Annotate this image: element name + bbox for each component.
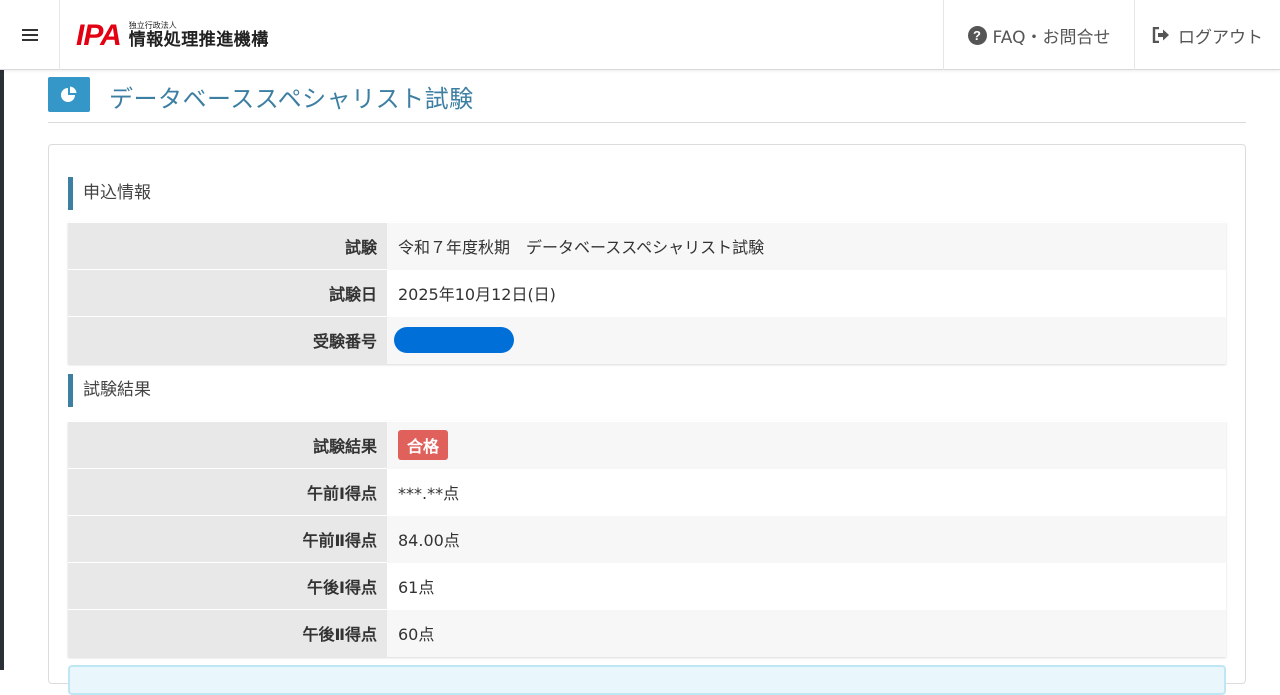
row-value-pm1-score: 61点 <box>387 562 1226 610</box>
exam-result-table: 試験結果 合格 午前Ⅰ得点 ***.**点 午前Ⅱ得点 84.00点 午後Ⅰ得点… <box>68 421 1226 657</box>
row-label-pm1-score: 午後Ⅰ得点 <box>68 562 387 610</box>
table-row: 試験結果 合格 <box>68 421 1226 469</box>
logo-text: 独立行政法人 情報処理推進機構 <box>129 22 269 50</box>
faq-contact-label: FAQ・お問合せ <box>992 27 1111 48</box>
logo-subtitle: 独立行政法人 <box>128 21 177 31</box>
table-row: 受験番号 <box>68 316 1226 364</box>
table-row: 午後Ⅱ得点 60点 <box>68 609 1226 657</box>
application-info-heading: 申込情報 <box>68 177 151 210</box>
row-value-result: 合格 <box>387 421 1226 469</box>
redaction-mark <box>394 327 514 353</box>
faq-contact-link[interactable]: ? FAQ・お問合せ <box>943 0 1134 70</box>
row-label-am1-score: 午前Ⅰ得点 <box>68 468 387 516</box>
table-row: 試験日 2025年10月12日(日) <box>68 269 1226 317</box>
table-row: 午後Ⅰ得点 61点 <box>68 562 1226 610</box>
top-header: IPA 独立行政法人 情報処理推進機構 ? FAQ・お問合せ ログアウト <box>0 0 1280 70</box>
page-title: データベーススペシャリスト試験 <box>109 85 474 113</box>
hamburger-icon <box>21 28 38 42</box>
row-value-exam-date: 2025年10月12日(日) <box>387 269 1226 317</box>
row-value-pm2-score: 60点 <box>387 609 1226 657</box>
exam-result-heading: 試験結果 <box>68 374 151 407</box>
table-row: 試験 令和７年度秋期 データベーススペシャリスト試験 <box>68 222 1226 270</box>
logout-label: ログアウト <box>1178 27 1263 48</box>
row-value-am1-score: ***.**点 <box>387 468 1226 516</box>
sign-out-icon <box>1152 27 1170 43</box>
exam-info-panel: 申込情報 試験 令和７年度秋期 データベーススペシャリスト試験 試験日 2025… <box>48 144 1246 695</box>
window-edge <box>0 0 4 670</box>
ipa-logo[interactable]: IPA 独立行政法人 情報処理推進機構 <box>76 16 269 56</box>
application-info-table: 試験 令和７年度秋期 データベーススペシャリスト試験 試験日 2025年10月1… <box>68 222 1226 364</box>
pie-chart-icon <box>48 77 90 112</box>
row-value-exam: 令和７年度秋期 データベーススペシャリスト試験 <box>387 222 1226 270</box>
row-label-result: 試験結果 <box>68 421 387 469</box>
table-row: 午前Ⅱ得点 84.00点 <box>68 515 1226 563</box>
pass-badge: 合格 <box>398 430 449 460</box>
row-label-examinee-number: 受験番号 <box>68 316 387 364</box>
page-header: データベーススペシャリスト試験 <box>48 70 1246 123</box>
logout-link[interactable]: ログアウト <box>1134 0 1280 70</box>
table-row: 午前Ⅰ得点 ***.**点 <box>68 468 1226 516</box>
logo-organization-name: 情報処理推進機構 <box>128 30 269 51</box>
row-value-examinee-number <box>387 316 1226 364</box>
row-value-am2-score: 84.00点 <box>387 515 1226 563</box>
row-label-am2-score: 午前Ⅱ得点 <box>68 515 387 563</box>
row-label-exam-date: 試験日 <box>68 269 387 317</box>
row-label-exam: 試験 <box>68 222 387 270</box>
row-label-pm2-score: 午後Ⅱ得点 <box>68 609 387 657</box>
logo-mark: IPA <box>76 19 122 52</box>
question-circle-icon: ? <box>967 25 987 45</box>
menu-button[interactable] <box>0 0 60 70</box>
